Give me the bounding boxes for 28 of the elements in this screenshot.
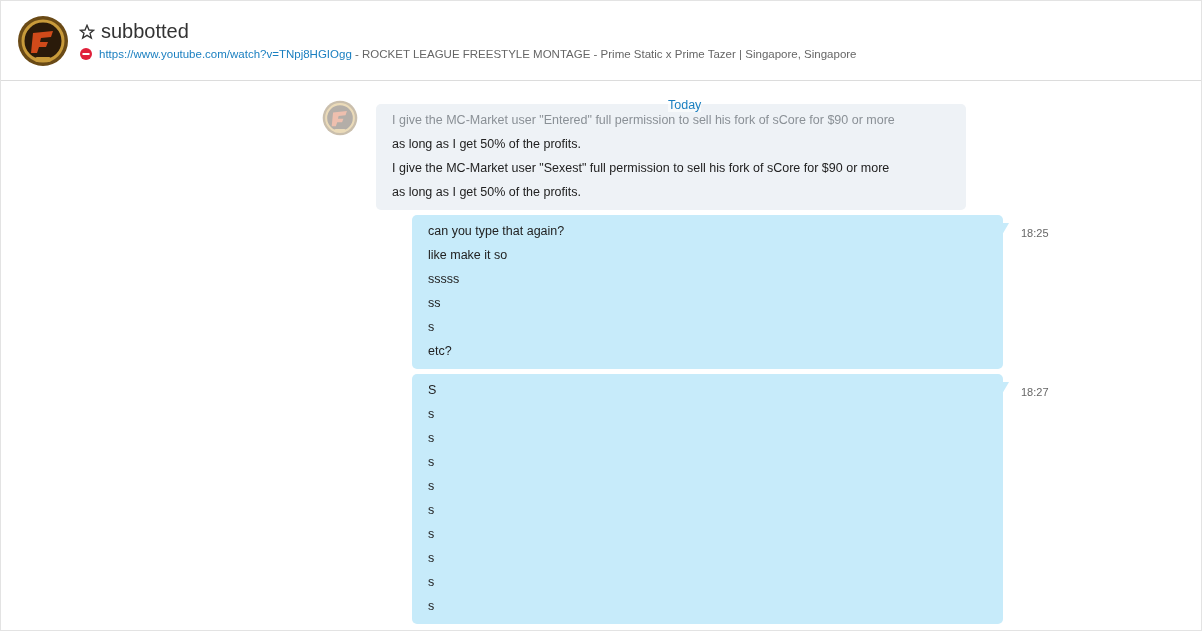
- profile-avatar[interactable]: [17, 14, 69, 67]
- message-text: s: [428, 574, 436, 591]
- mood-link[interactable]: https://www.youtube.com/watch?v=TNpj8HGIOgg: [99, 48, 352, 60]
- message-text: s: [428, 478, 436, 495]
- mood-message: https://www.youtube.com/watch?v=TNpj8HGIOgg - ROCKET LEAGUE FREESTYLE MONTAGE - Prime Static x Prime Tazer | Singapore, Singapore: [99, 48, 857, 60]
- message-text: s: [428, 502, 436, 519]
- message-text: ss: [428, 295, 442, 312]
- message-text: s: [428, 526, 436, 543]
- message-text: like make it so: [428, 247, 509, 264]
- message-time: 18:25: [1021, 227, 1049, 239]
- message-text: sssss: [428, 271, 461, 288]
- message-time: 18:27: [1021, 386, 1049, 398]
- contact-avatar: [322, 100, 358, 136]
- contact-name: subbotted: [101, 20, 189, 43]
- message-text: I give the MC-Market user "Sexest" full permission to sell his fork of sCore for $90 or more: [392, 160, 891, 177]
- message-text: S: [428, 382, 438, 399]
- message-text: etc?: [428, 343, 453, 360]
- star-icon[interactable]: [79, 23, 95, 40]
- message-text: s: [428, 598, 436, 615]
- message-text: as long as I get 50% of the profits.: [392, 184, 582, 201]
- message-text: s: [428, 430, 436, 447]
- message-text: as long as I get 50% of the profits.: [392, 136, 582, 153]
- message-text: s: [428, 319, 436, 336]
- message-text: can you type that again?: [428, 223, 566, 240]
- message-text: I give the MC-Market user "Entered" full permission to sell his fork of sCore for $90 or more: [392, 112, 896, 129]
- message-text: s: [428, 454, 436, 471]
- message-text: s: [428, 406, 436, 423]
- message-text: s: [428, 550, 436, 567]
